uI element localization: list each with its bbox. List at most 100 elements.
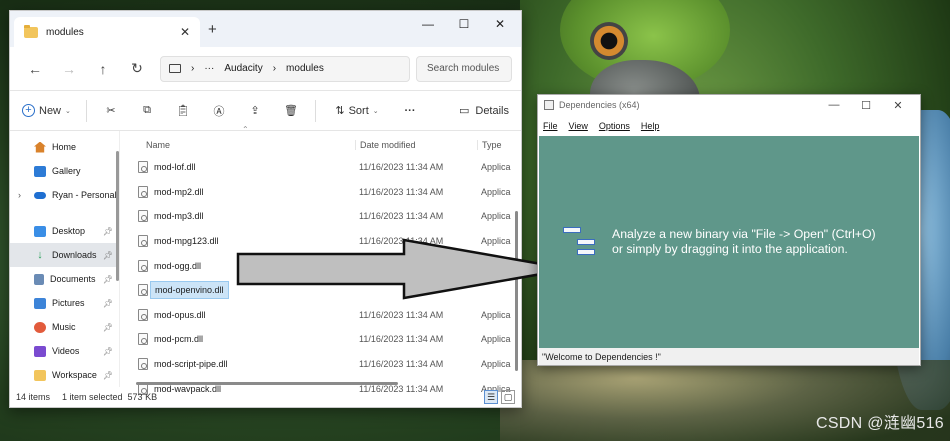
pin-icon[interactable]: 📌︎: [103, 251, 113, 260]
up-arrow-icon[interactable]: ↑: [86, 61, 120, 77]
column-header-type[interactable]: Type: [477, 140, 502, 150]
details-pane-button[interactable]: ▭ Details: [459, 97, 509, 125]
pin-icon[interactable]: 📌︎: [103, 347, 113, 356]
column-header-name[interactable]: Name: [120, 140, 355, 150]
menu-help[interactable]: Help: [641, 121, 660, 131]
chevron-right-icon: ›: [191, 63, 195, 74]
deps-hint-message: Analyze a new binary via "File -> Open" …: [612, 227, 912, 257]
sidebar-item-pictures[interactable]: Pictures 📌︎: [10, 291, 119, 315]
tab-modules[interactable]: modules ✕: [14, 17, 200, 47]
paste-button[interactable]: 📋︎: [165, 97, 201, 125]
new-label: New: [39, 104, 62, 117]
sidebar-item-downloads[interactable]: ↓ Downloads 📌︎: [10, 243, 119, 267]
deps-status-bar: "Welcome to Dependencies !": [539, 348, 919, 365]
pin-icon[interactable]: 📌︎: [103, 299, 113, 308]
home-icon: [34, 141, 46, 153]
new-tab-button[interactable]: +: [208, 21, 217, 38]
dll-file-icon: [138, 185, 148, 198]
share-icon: ⇪: [250, 105, 260, 117]
tiles-view-icon[interactable]: ▢: [501, 390, 515, 404]
copy-icon: ⧉: [143, 104, 151, 116]
sidebar-item-music[interactable]: Music 📌︎: [10, 315, 119, 339]
sidebar-scrollbar[interactable]: [116, 151, 119, 281]
search-input[interactable]: Search modules: [416, 55, 512, 82]
back-arrow-icon[interactable]: ←: [18, 61, 52, 77]
sort-button[interactable]: ⇅ Sort ⌄: [322, 97, 392, 125]
view-toggle: ☰ ▢: [484, 390, 515, 404]
close-window-button[interactable]: ✕: [482, 17, 518, 31]
sidebar-item-videos[interactable]: Videos 📌︎: [10, 339, 119, 363]
copy-button[interactable]: ⧉: [129, 97, 165, 125]
table-row[interactable]: mod-mp3.dll 11/16/2023 11:34 AM Applica: [120, 204, 521, 229]
sidebar-item-desktop[interactable]: Desktop 📌︎: [10, 219, 119, 243]
file-name-cell[interactable]: mod-mp2.dll: [120, 185, 355, 198]
sidebar-item-label: Pictures: [52, 298, 85, 308]
file-name-cell[interactable]: mod-opus.dll: [120, 308, 355, 321]
horizontal-scrollbar[interactable]: [136, 382, 398, 385]
file-name-cell[interactable]: mod-pcm.dll: [120, 333, 355, 346]
table-row[interactable]: mod-lof.dll 11/16/2023 11:34 AM Applica: [120, 155, 521, 180]
file-name: mod-openvino.dll: [150, 281, 229, 300]
table-row[interactable]: mod-pcm.dll 11/16/2023 11:34 AM Applica: [120, 327, 521, 352]
deps-maximize-button[interactable]: ☐: [850, 99, 882, 112]
details-view-icon[interactable]: ☰: [484, 390, 498, 404]
file-date: 11/16/2023 11:34 AM: [359, 211, 444, 222]
file-name-cell[interactable]: mod-script-pipe.dll: [120, 358, 355, 371]
details-label: Details: [475, 104, 509, 117]
table-row[interactable]: mod-opus.dll 11/16/2023 11:34 AM Applica: [120, 303, 521, 328]
file-name: mod-mp3.dll: [154, 211, 204, 222]
breadcrumb-audacity[interactable]: Audacity: [224, 63, 262, 74]
sidebar-item-label: Workspace: [52, 370, 97, 380]
file-name: mod-lof.dll: [154, 162, 196, 173]
desktop-icon: [34, 225, 46, 237]
deps-drop-area[interactable]: Analyze a new binary via "File -> Open" …: [539, 136, 919, 349]
tab-bar: modules ✕ + — ☐ ✕: [10, 11, 521, 47]
close-tab-icon[interactable]: ✕: [180, 25, 190, 39]
breadcrumb-overflow[interactable]: ···: [204, 63, 214, 74]
dll-file-icon: [138, 259, 148, 272]
chevron-right-icon[interactable]: ›: [18, 190, 21, 200]
cut-button[interactable]: ✂: [93, 97, 129, 125]
share-button[interactable]: ⇪: [237, 97, 273, 125]
delete-button[interactable]: 🗑︎: [273, 97, 309, 125]
table-row[interactable]: mod-script-pipe.dll 11/16/2023 11:34 AM Ap…: [120, 352, 521, 377]
table-row[interactable]: mod-mp2.dll 11/16/2023 11:34 AM Applica: [120, 180, 521, 205]
plus-icon: +: [22, 104, 35, 117]
menu-view[interactable]: View: [569, 121, 588, 131]
rename-button[interactable]: Ⓐ: [201, 97, 237, 125]
file-date: 11/16/2023 11:34 AM: [359, 162, 444, 173]
address-bar[interactable]: › ··· Audacity › modules: [160, 55, 410, 82]
pin-icon[interactable]: 📌︎: [103, 323, 113, 332]
pin-icon[interactable]: 📌︎: [103, 371, 113, 380]
file-name-cell[interactable]: mod-mp3.dll: [120, 210, 355, 223]
sidebar-item-label: Home: [52, 142, 77, 152]
deps-close-button[interactable]: ✕: [882, 99, 914, 112]
file-explorer-window: modules ✕ + — ☐ ✕ ← → ↑ ↻ › ··· Audacity…: [9, 10, 522, 408]
trash-icon: 🗑︎: [284, 105, 298, 117]
maximize-button[interactable]: ☐: [446, 17, 482, 31]
pin-icon[interactable]: 📌︎: [103, 275, 113, 284]
sidebar-item-home[interactable]: Home: [10, 135, 119, 159]
folder-icon: [34, 369, 46, 381]
refresh-icon[interactable]: ↻: [120, 60, 154, 77]
sidebar-item-gallery[interactable]: Gallery: [10, 159, 119, 183]
column-header-date[interactable]: Date modified: [355, 140, 477, 150]
forward-arrow-icon[interactable]: →: [52, 61, 86, 77]
chevron-down-icon: ⌄: [65, 107, 71, 115]
selection-info: 1 item selected 573 KB: [62, 392, 158, 402]
sidebar-item-workspace[interactable]: Workspace 📌︎: [10, 363, 119, 387]
menu-file[interactable]: File: [543, 121, 558, 131]
dll-file-icon: [138, 161, 148, 174]
deps-window-controls: — ☐ ✕: [818, 99, 914, 112]
sidebar-item-documents[interactable]: Documents 📌︎: [10, 267, 119, 291]
sidebar-item-label: Ryan - Personal: [52, 190, 117, 200]
minimize-button[interactable]: —: [410, 17, 446, 31]
more-options-button[interactable]: ···: [392, 97, 428, 125]
file-name-cell[interactable]: mod-lof.dll: [120, 161, 355, 174]
new-button[interactable]: + New ⌄: [22, 97, 80, 125]
pin-icon[interactable]: 📌︎: [103, 227, 113, 236]
sidebar-item-onedrive[interactable]: › Ryan - Personal: [10, 183, 119, 207]
deps-minimize-button[interactable]: —: [818, 99, 850, 112]
breadcrumb-modules[interactable]: modules: [286, 63, 324, 74]
menu-options[interactable]: Options: [599, 121, 630, 131]
